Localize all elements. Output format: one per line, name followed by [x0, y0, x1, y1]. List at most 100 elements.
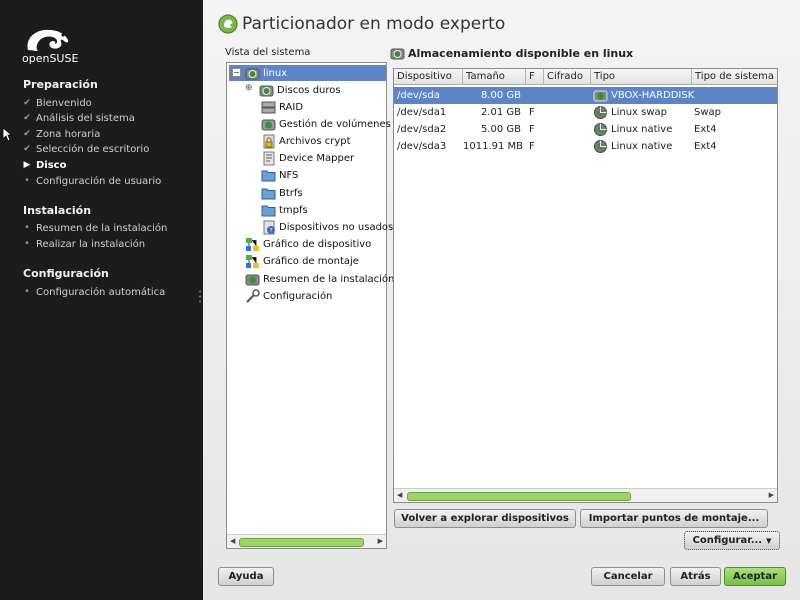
check-icon: ✔	[23, 98, 31, 108]
cell-type-label: Linux swap	[611, 107, 667, 118]
tree-item-label: Dispositivos no usados	[279, 221, 394, 233]
tree-item-label: linux	[263, 67, 288, 79]
table-horizontal-scrollbar[interactable]: ◀ ▶	[394, 488, 777, 502]
import-mount-points-button[interactable]: Importar puntos de montaje...	[580, 509, 768, 528]
tree-item-configuracion[interactable]: Configuración	[245, 288, 332, 304]
tree-item-tmpfs[interactable]: tmpfs	[261, 202, 308, 218]
device-mapper-icon	[261, 151, 276, 166]
cell-type-label: VBOX-HARDDISK	[611, 90, 695, 101]
tree-item-grafico-de-dispositivo[interactable]: Gráfico de dispositivo	[245, 236, 371, 252]
partition-icon	[593, 139, 608, 154]
cell-fs: Ext4	[694, 141, 717, 152]
svg-text:?: ?	[269, 227, 272, 234]
tree-item-linux[interactable]: − linux	[229, 65, 386, 81]
step-label: Bienvenido	[36, 97, 92, 109]
tree-item-label: Gestión de volúmenes	[279, 118, 391, 130]
scrollbar-thumb[interactable]	[407, 492, 631, 501]
tree-horizontal-scrollbar[interactable]: ◀ ▶	[227, 534, 386, 548]
crypt-files-icon	[261, 134, 276, 149]
back-button[interactable]: Atrás	[670, 567, 721, 586]
column-header-f[interactable]: F	[526, 69, 544, 85]
mount-graph-icon	[245, 254, 260, 269]
cell-type: Linux native	[593, 121, 672, 138]
step-label: Zona horaria	[36, 128, 101, 140]
step-label: Resumen de la instalación	[36, 222, 168, 234]
step-disco-current[interactable]: ▶ Disco	[21, 158, 67, 172]
cell-f: F	[529, 124, 535, 135]
tree-item-grafico-de-montaje[interactable]: Gráfico de montaje	[245, 253, 359, 269]
rescan-devices-button[interactable]: Volver a explorar dispositivos	[394, 509, 576, 528]
harddisk-icon	[245, 66, 260, 81]
harddisk-icon	[593, 88, 608, 103]
help-button[interactable]: Ayuda	[218, 567, 274, 586]
step-label: Configuración automática	[36, 286, 166, 298]
table-row[interactable]: /dev/sda1 2.01 GB F Linux swap Swap	[394, 104, 777, 121]
tree-item-label: Resumen de la instalación	[263, 273, 395, 285]
configure-button-label: Configurar...	[692, 535, 763, 546]
section-title-preparacion: Preparación	[23, 78, 98, 91]
unused-devices-icon: ?	[261, 220, 276, 235]
tree-item-label: Gráfico de montaje	[263, 255, 359, 267]
step-seleccion-de-escritorio[interactable]: ✔ Selección de escritorio	[21, 142, 149, 156]
expand-icon[interactable]: ⊕	[245, 83, 257, 98]
step-label: Análisis del sistema	[36, 112, 135, 124]
collapse-icon[interactable]: −	[232, 68, 241, 77]
tree-item-label: Configuración	[263, 290, 333, 302]
step-label: Selección de escritorio	[36, 143, 150, 155]
harddisk-icon	[259, 83, 274, 98]
section-title-configuracion: Configuración	[23, 267, 109, 280]
cell-device: /dev/sda2	[397, 124, 447, 135]
tree-item-device-mapper[interactable]: Device Mapper	[261, 150, 354, 166]
step-bienvenido[interactable]: ✔ Bienvenido	[21, 96, 92, 110]
cancel-button[interactable]: Cancelar	[591, 567, 665, 586]
cell-device: /dev/sda3	[397, 141, 447, 152]
column-header-tamano[interactable]: Tamaño	[463, 69, 526, 85]
step-zona-horaria[interactable]: ✔ Zona horaria	[21, 127, 100, 141]
tree-item-archivos-crypt[interactable]: Archivos crypt	[261, 133, 351, 149]
table-row[interactable]: /dev/sda 8.00 GB VBOX-HARDDISK	[394, 87, 777, 104]
storage-title: Almacenamiento disponible en linux	[408, 47, 634, 60]
step-configuracion-de-usuario[interactable]: • Configuración de usuario	[21, 174, 161, 188]
step-resumen-de-la-instalacion[interactable]: • Resumen de la instalación	[21, 221, 167, 235]
tree-item-gestion-de-volumenes[interactable]: Gestión de volúmenes	[261, 116, 391, 132]
main-panel: Particionador en modo experto Vista del …	[203, 0, 800, 600]
cell-type-label: Linux native	[611, 124, 673, 135]
device-graph-icon	[245, 237, 260, 252]
table-row[interactable]: /dev/sda2 5.00 GB F Linux native Ext4	[394, 121, 777, 138]
accept-button[interactable]: Aceptar	[724, 567, 786, 586]
partition-icon	[593, 105, 608, 120]
scroll-right-icon[interactable]: ▶	[769, 491, 774, 499]
step-analisis-del-sistema[interactable]: ✔ Análisis del sistema	[21, 111, 135, 125]
column-header-cifrado[interactable]: Cifrado	[544, 69, 591, 85]
cell-type-label: Linux native	[611, 141, 673, 152]
column-header-tipo-de-sistema[interactable]: Tipo de sistema	[692, 69, 777, 85]
configure-button[interactable]: Configurar... ▼	[684, 531, 780, 550]
table-row[interactable]: /dev/sda3 1011.91 MB F Linux native Ext4	[394, 138, 777, 155]
scroll-right-icon[interactable]: ▶	[378, 537, 383, 545]
bullet-icon: •	[24, 239, 30, 249]
check-icon: ✔	[23, 113, 31, 123]
current-step-arrow-icon: ▶	[23, 160, 31, 170]
tree-item-discos-duros[interactable]: ⊕ Discos duros	[245, 82, 341, 98]
tree-label: Vista del sistema	[225, 47, 311, 58]
tree-item-resumen-de-la-instalacion[interactable]: Resumen de la instalación	[245, 271, 394, 287]
tree-item-nfs[interactable]: NFS	[261, 167, 298, 183]
tree-item-label: Btrfs	[279, 187, 303, 199]
tree-item-btrfs[interactable]: Btrfs	[261, 185, 303, 201]
column-header-dispositivo[interactable]: Dispositivo	[394, 69, 463, 85]
cell-f: F	[529, 107, 535, 118]
tree-item-dispositivos-no-usados[interactable]: ? Dispositivos no usados	[261, 219, 393, 235]
scroll-left-icon[interactable]: ◀	[230, 537, 235, 545]
system-view-tree[interactable]: − linux ⊕ Discos duros RAID Gestión de v…	[226, 62, 394, 549]
device-table[interactable]: Dispositivo Tamaño F Cifrado Tipo Tipo d…	[393, 68, 778, 503]
sidebar-resize-grip[interactable]: • • •	[198, 289, 202, 310]
tree-item-raid[interactable]: RAID	[261, 99, 303, 115]
cell-size: 8.00 GB	[480, 90, 521, 101]
scroll-left-icon[interactable]: ◀	[397, 491, 402, 499]
step-label: Realizar la instalación	[36, 238, 146, 250]
step-realizar-la-instalacion[interactable]: • Realizar la instalación	[21, 237, 145, 251]
folder-icon	[261, 186, 276, 201]
scrollbar-thumb[interactable]	[239, 538, 364, 547]
column-header-tipo[interactable]: Tipo	[591, 69, 692, 85]
step-configuracion-automatica[interactable]: • Configuración automática	[21, 285, 165, 299]
